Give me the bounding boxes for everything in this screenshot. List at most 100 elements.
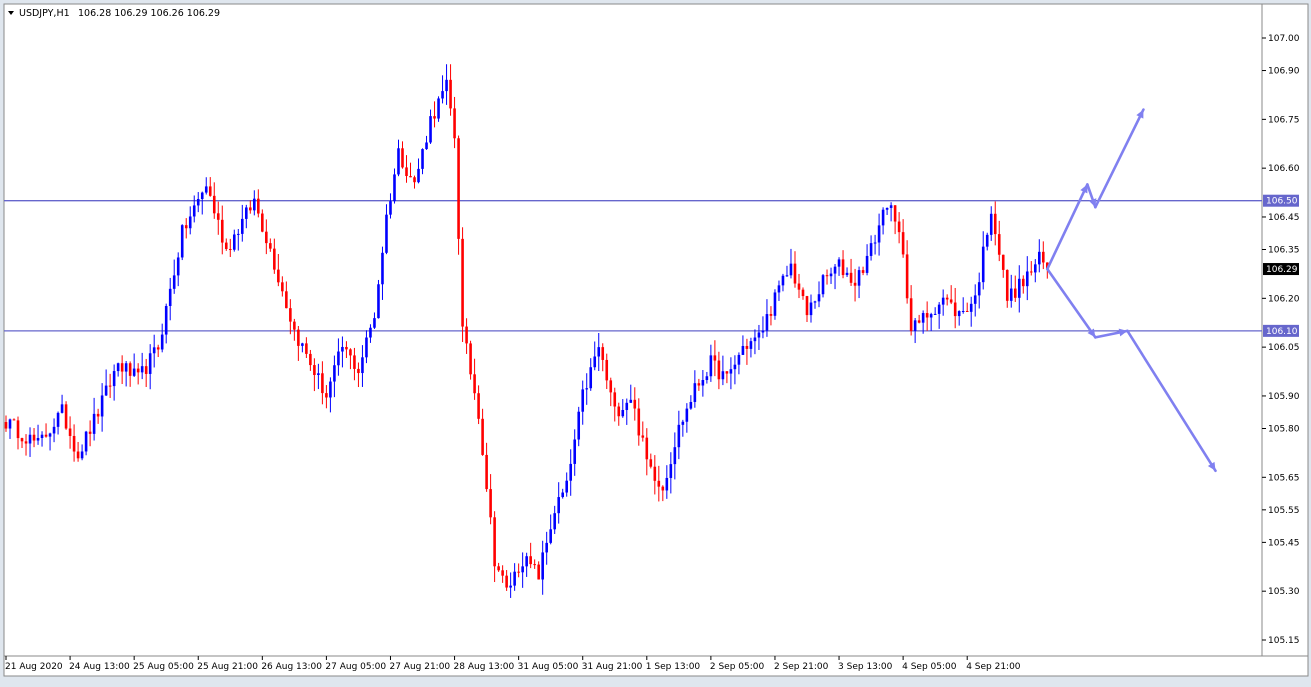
candle-body <box>192 205 196 217</box>
candle-body <box>345 346 348 350</box>
candle-body <box>573 439 577 464</box>
candle-body <box>16 420 20 439</box>
candle-body <box>905 254 909 299</box>
candle-body <box>297 329 300 346</box>
candle-body <box>961 310 965 312</box>
candle-body <box>365 337 368 358</box>
candle-body <box>933 313 937 315</box>
x-tick-label: 21 Aug 2020 <box>5 662 63 672</box>
candle-body <box>717 360 721 380</box>
candle-body <box>301 343 304 346</box>
x-tick-label: 4 Sep 21:00 <box>966 662 1021 672</box>
candle-body <box>357 368 360 374</box>
plot-area[interactable] <box>3 3 1263 657</box>
candle-body <box>164 305 168 335</box>
candle-body <box>565 480 568 493</box>
level-label: 106.50 <box>1266 197 1298 207</box>
candle-body <box>116 363 120 372</box>
candle-body <box>857 270 861 286</box>
candle-body <box>200 192 204 200</box>
candle-body <box>685 408 689 422</box>
candle-body <box>785 275 789 277</box>
candle-body <box>212 195 216 214</box>
chart-frame[interactable]: 106.50 106.10 106.29 107.00 106.90 106.75 106… <box>0 0 1311 687</box>
candle-body <box>977 282 981 296</box>
candle-body <box>32 434 36 441</box>
candle-body <box>120 363 124 372</box>
candle-body <box>4 422 8 429</box>
candle-body <box>521 566 524 573</box>
candle-body <box>689 401 693 409</box>
candle-body <box>224 242 228 250</box>
level-label: 106.10 <box>1266 327 1298 337</box>
candle-body <box>909 298 913 331</box>
candle-body <box>609 380 613 393</box>
candle-body <box>128 363 132 376</box>
y-tick-label: 106.75 <box>1268 115 1300 125</box>
candle-body <box>1021 278 1025 287</box>
x-tick-label: 4 Sep 05:00 <box>902 662 957 672</box>
candle-body <box>88 431 92 434</box>
y-tick-label: 105.15 <box>1268 636 1300 646</box>
symbol-label: USDJPY,H1 <box>19 8 70 19</box>
candle-body <box>837 259 841 267</box>
candle-body <box>777 285 781 293</box>
candle-body <box>773 292 777 316</box>
y-tick-label: 105.45 <box>1268 538 1300 548</box>
candle-body <box>148 353 152 374</box>
candle-body <box>865 255 869 273</box>
candle-body <box>469 343 472 375</box>
candle-body <box>108 385 112 387</box>
candle-body <box>305 343 308 354</box>
candle-body <box>645 437 649 460</box>
candle-body <box>613 392 617 407</box>
candle-body <box>537 564 540 580</box>
candle-body <box>753 337 757 342</box>
candle-body <box>937 304 941 314</box>
candle-body <box>84 431 88 452</box>
candle-body <box>285 291 288 309</box>
x-tick-label: 27 Aug 05:00 <box>325 662 386 672</box>
candle-body <box>765 314 769 331</box>
candle-body <box>577 411 581 440</box>
candle-body <box>453 108 456 139</box>
candle-body <box>124 363 128 372</box>
candle-body <box>257 198 260 214</box>
x-tick-label: 25 Aug 21:00 <box>197 662 258 672</box>
candle-body <box>429 116 432 143</box>
candle-body <box>1025 271 1029 287</box>
x-tick-label: 2 Sep 21:00 <box>774 662 829 672</box>
y-tick-label: 106.45 <box>1268 213 1300 223</box>
candle-body <box>681 421 685 425</box>
candle-body <box>705 376 709 381</box>
candle-body <box>485 454 488 490</box>
candle-body <box>557 497 560 514</box>
candle-body <box>889 205 893 208</box>
candle-body <box>501 570 504 576</box>
candle-body <box>533 564 536 566</box>
y-tick-label: 105.55 <box>1268 506 1300 516</box>
candle-body <box>172 275 176 289</box>
candle-body <box>813 301 817 303</box>
candle-body <box>745 345 749 349</box>
candle-body <box>549 529 552 543</box>
candle-body <box>333 365 336 382</box>
candle-body <box>769 314 773 316</box>
candle-body <box>629 399 633 403</box>
candle-body <box>985 234 989 247</box>
candle-body <box>96 413 100 417</box>
candle-body <box>749 341 753 349</box>
candle-body <box>673 447 677 465</box>
candle-body <box>8 419 12 429</box>
candle-body <box>661 486 665 491</box>
price-chart[interactable]: 106.50 106.10 106.29 107.00 106.90 106.75 106… <box>0 0 1311 687</box>
candle-body <box>585 388 589 390</box>
candle-body <box>1029 271 1033 273</box>
candle-body <box>449 79 452 109</box>
candle-body <box>553 513 556 530</box>
candle-body <box>829 273 833 277</box>
candle-body <box>801 289 805 297</box>
x-tick-label: 25 Aug 05:00 <box>133 662 194 672</box>
candle-body <box>196 199 200 206</box>
candle-body <box>397 148 400 175</box>
